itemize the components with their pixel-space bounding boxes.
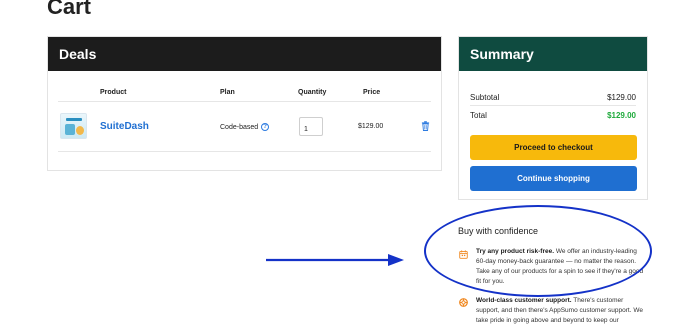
highlight-ellipse (424, 205, 652, 297)
plan-label: Code-based (220, 123, 259, 131)
column-header-product: Product (100, 89, 127, 96)
deals-header: Deals (48, 37, 441, 71)
price-value: $129.00 (358, 123, 384, 130)
summary-header: Summary (459, 37, 647, 71)
proceed-to-checkout-button[interactable]: Proceed to checkout (470, 135, 637, 160)
total-row: Total $129.00 (470, 111, 636, 120)
product-thumbnail[interactable] (60, 113, 87, 139)
quantity-input[interactable] (299, 117, 323, 136)
plan-cell: Code-based ? (220, 123, 270, 131)
continue-shopping-button[interactable]: Continue shopping (470, 166, 637, 191)
page-title: Cart (47, 0, 92, 19)
total-value: $129.00 (607, 111, 636, 120)
column-header-price: Price (363, 89, 381, 96)
trash-icon[interactable] (421, 121, 430, 131)
subtotal-value: $129.00 (607, 93, 636, 102)
product-link[interactable]: SuiteDash (100, 121, 149, 132)
deals-panel: Deals Product Plan Quantity Price SuiteD… (47, 36, 442, 171)
row-divider (58, 151, 431, 152)
summary-divider (470, 105, 636, 106)
subtotal-label: Subtotal (470, 93, 500, 102)
total-label: Total (470, 111, 487, 120)
column-header-quantity: Quantity (298, 89, 327, 96)
help-icon[interactable]: ? (261, 123, 270, 131)
support-heading: World-class customer support. (476, 297, 572, 304)
column-header-plan: Plan (220, 89, 235, 96)
header-divider (58, 101, 431, 102)
lifebuoy-icon (459, 298, 468, 307)
subtotal-row: Subtotal $129.00 (470, 93, 636, 102)
annotation-arrow-icon (266, 254, 404, 266)
confidence-item-support: World-class customer support. There's cu… (476, 296, 644, 325)
summary-panel: Summary Subtotal $129.00 Total $129.00 P… (458, 36, 648, 200)
